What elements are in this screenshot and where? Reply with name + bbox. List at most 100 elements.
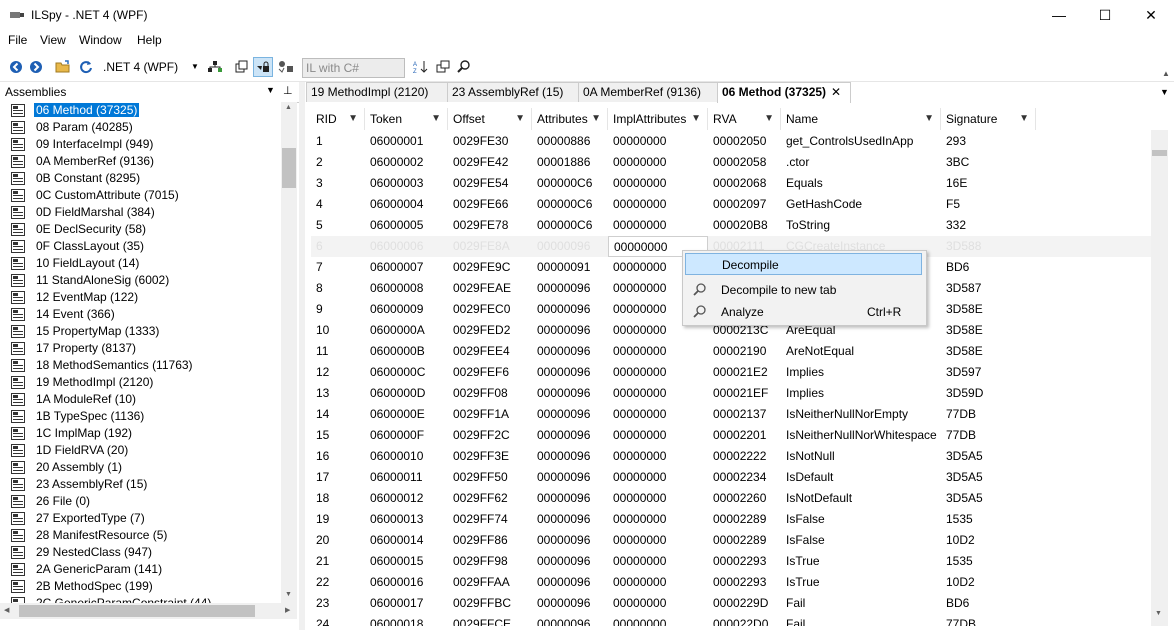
filter-icon[interactable]: ▼ — [764, 108, 774, 130]
tree-item[interactable]: 2B MethodSpec (199) — [0, 578, 281, 595]
panel-splitter[interactable] — [299, 82, 305, 630]
filter-icon[interactable]: ▼ — [691, 108, 701, 130]
tree-item[interactable]: 0D FieldMarshal (384) — [0, 204, 281, 221]
tree-item[interactable]: 1B TypeSpec (1136) — [0, 408, 281, 425]
tree-item[interactable]: 06 Method (37325) — [0, 102, 281, 119]
tree-item[interactable]: 08 Param (40285) — [0, 119, 281, 136]
tree-item[interactable]: 20 Assembly (1) — [0, 459, 281, 476]
maximize-button[interactable]: ☐ — [1082, 0, 1128, 31]
scroll-down-icon[interactable]: ▼ — [285, 591, 292, 598]
table-row[interactable]: 20 06000014 0029FF86 00000096 00000000 000022… — [311, 530, 1151, 551]
table-row[interactable]: 19 06000013 0029FF74 00000096 00000000 000022… — [311, 509, 1151, 530]
tab-methodimpl[interactable]: 19 MethodImpl (2120) — [306, 82, 449, 102]
table-row[interactable]: 22 06000016 0029FFAA 00000096 00000000 000022… — [311, 572, 1151, 593]
table-scroll-thumb[interactable] — [1152, 150, 1167, 156]
table-vertical-scrollbar[interactable]: ▼ — [1151, 130, 1168, 626]
table-row[interactable]: 13 0600000D 0029FF08 00000096 00000000 000021… — [311, 383, 1151, 404]
tree-item[interactable]: 27 ExportedType (7) — [0, 510, 281, 527]
minimize-button[interactable]: — — [1036, 0, 1082, 31]
column-header[interactable]: ImplAttributes ▼ — [608, 108, 708, 130]
table-row[interactable]: 2 06000002 0029FE42 00001886 00000000 0000205… — [311, 152, 1151, 173]
back-button[interactable] — [6, 57, 26, 77]
column-header[interactable]: Attributes ▼ — [532, 108, 608, 130]
collapse-all-button[interactable] — [232, 57, 252, 77]
tree-item[interactable]: 29 NestedClass (947) — [0, 544, 281, 561]
language-dropdown[interactable]: IL with C# — [302, 58, 405, 78]
column-header[interactable]: RVA ▼ — [708, 108, 781, 130]
table-row[interactable]: 16 06000010 0029FF3E 00000096 00000000 000022… — [311, 446, 1151, 467]
table-row[interactable]: 23 06000017 0029FFBC 00000096 00000000 000022… — [311, 593, 1151, 614]
new-tab-button[interactable] — [433, 57, 453, 77]
context-decompile[interactable]: Decompile — [685, 253, 922, 275]
open-button[interactable] — [53, 57, 73, 77]
tree-item[interactable]: 19 MethodImpl (2120) — [0, 374, 281, 391]
tree-item[interactable]: 09 InterfaceImpl (949) — [0, 136, 281, 153]
table-row[interactable]: 5 06000005 0029FE78 000000C6 00000000 000020B… — [311, 215, 1151, 236]
filter-icon[interactable]: ▼ — [431, 108, 441, 130]
tree-item[interactable]: 0E DeclSecurity (58) — [0, 221, 281, 238]
tree-item[interactable]: 23 AssemblyRef (15) — [0, 476, 281, 493]
tree-item[interactable]: 10 FieldLayout (14) — [0, 255, 281, 272]
column-header[interactable]: Signature ▼ — [941, 108, 1036, 130]
sort-button[interactable]: AZ — [411, 57, 431, 77]
framework-dropdown[interactable]: .NET 4 (WPF) ▼ — [103, 58, 201, 76]
close-window-button[interactable]: ✕ — [1128, 0, 1174, 31]
table-row[interactable]: 17 06000011 0029FF50 00000096 00000000 000022… — [311, 467, 1151, 488]
tree-item[interactable]: 18 MethodSemantics (11763) — [0, 357, 281, 374]
filter-icon[interactable]: ▼ — [348, 108, 358, 130]
scroll-up-arrow-icon[interactable]: ▲ — [1162, 69, 1170, 78]
tree-item[interactable]: 0A MemberRef (9136) — [0, 153, 281, 170]
search-button[interactable] — [454, 57, 474, 77]
assemblies-scroll-thumb[interactable] — [282, 148, 296, 188]
tree-item[interactable]: 1C ImplMap (192) — [0, 425, 281, 442]
tab-method[interactable]: 06 Method (37325) ✕ — [717, 82, 851, 103]
table-row[interactable]: 14 0600000E 0029FF1A 00000096 00000000 000021… — [311, 404, 1151, 425]
filter-icon[interactable]: ▼ — [924, 108, 934, 130]
tree-item[interactable]: 14 Event (366) — [0, 306, 281, 323]
tree-item[interactable]: 28 ManifestResource (5) — [0, 527, 281, 544]
scroll-down-icon[interactable]: ▼ — [1155, 610, 1162, 617]
filter-icon[interactable]: ▼ — [591, 108, 601, 130]
table-row[interactable]: 21 06000015 0029FF98 00000096 00000000 000022… — [311, 551, 1151, 572]
manage-assembly-lists-button[interactable] — [205, 57, 225, 77]
context-decompile-new-tab[interactable]: Decompile to new tab — [685, 279, 922, 301]
tree-item[interactable]: 2C GenericParamConstraint (44) — [0, 595, 281, 603]
assemblies-hscroll-thumb[interactable] — [19, 605, 255, 617]
close-tab-icon[interactable]: ✕ — [831, 83, 841, 102]
forward-button[interactable] — [26, 57, 46, 77]
scroll-up-icon[interactable]: ▲ — [285, 104, 292, 111]
table-row[interactable]: 18 06000012 0029FF62 00000096 00000000 000022… — [311, 488, 1151, 509]
column-header[interactable]: RID ▼ — [311, 108, 365, 130]
menu-window[interactable]: Window — [79, 33, 122, 47]
tab-memberref[interactable]: 0A MemberRef (9136) — [578, 82, 719, 102]
tree-item[interactable]: 17 Property (8137) — [0, 340, 281, 357]
table-row[interactable]: 11 0600000B 0029FEE4 00000096 00000000 000021… — [311, 341, 1151, 362]
panel-menu-chevron-icon[interactable]: ▼ — [266, 85, 275, 95]
column-header[interactable]: Offset ▼ — [448, 108, 532, 130]
tree-item[interactable]: 11 StandAloneSig (6002) — [0, 272, 281, 289]
menu-file[interactable]: File — [8, 33, 27, 47]
table-row[interactable]: 3 06000003 0029FE54 000000C6 00000000 0000206… — [311, 173, 1151, 194]
tree-item[interactable]: 0C CustomAttribute (7015) — [0, 187, 281, 204]
tree-item[interactable]: 0B Constant (8295) — [0, 170, 281, 187]
tab-assemblyref[interactable]: 23 AssemblyRef (15) — [447, 82, 579, 102]
scroll-right-icon[interactable]: ▶ — [285, 606, 290, 614]
tree-item[interactable]: 12 EventMap (122) — [0, 289, 281, 306]
table-row[interactable]: 1 06000001 0029FE30 00000886 00000000 0000205… — [311, 131, 1151, 152]
assemblies-tree[interactable]: 06 Method (37325) 08 Param (40285) 09 Inte… — [0, 102, 281, 603]
column-header[interactable]: Token ▼ — [365, 108, 448, 130]
column-header[interactable]: Name ▼ — [781, 108, 941, 130]
context-analyze[interactable]: Analyze Ctrl+R — [685, 301, 922, 323]
tree-item[interactable]: 1D FieldRVA (20) — [0, 442, 281, 459]
tree-item[interactable]: 1A ModuleRef (10) — [0, 391, 281, 408]
reload-button[interactable] — [76, 57, 96, 77]
table-row[interactable]: 12 0600000C 0029FEF6 00000096 00000000 000021… — [311, 362, 1151, 383]
tree-item[interactable]: 15 PropertyMap (1333) — [0, 323, 281, 340]
show-all-members-button[interactable] — [276, 57, 296, 77]
tree-item[interactable]: 0F ClassLayout (35) — [0, 238, 281, 255]
assemblies-horizontal-scrollbar[interactable]: ◀ ▶ — [0, 603, 297, 619]
menu-help[interactable]: Help — [137, 33, 162, 47]
show-internal-button[interactable] — [253, 57, 273, 77]
table-row[interactable]: 24 06000018 0029FFCE 00000096 00000000 000022… — [311, 614, 1151, 626]
tree-item[interactable]: 26 File (0) — [0, 493, 281, 510]
